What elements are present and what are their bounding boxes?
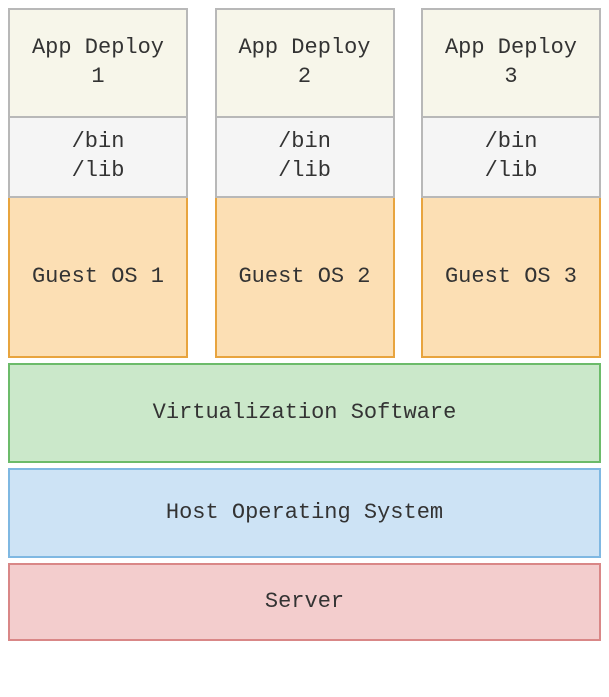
server-layer: Server bbox=[8, 563, 601, 641]
bin-lib-box-3: /bin/lib bbox=[421, 118, 601, 198]
guest-os-box-2: Guest OS 2 bbox=[215, 198, 395, 358]
bin-lib-box-1: /bin/lib bbox=[8, 118, 188, 198]
vm-column-1: App Deploy1 /bin/lib Guest OS 1 bbox=[8, 8, 188, 358]
host-operating-system-layer: Host Operating System bbox=[8, 468, 601, 558]
app-deploy-box-3: App Deploy3 bbox=[421, 8, 601, 118]
bin-lib-box-2: /bin/lib bbox=[215, 118, 395, 198]
virtualization-architecture-diagram: App Deploy1 /bin/lib Guest OS 1 App Depl… bbox=[8, 8, 601, 641]
guest-os-box-3: Guest OS 3 bbox=[421, 198, 601, 358]
app-deploy-box-2: App Deploy2 bbox=[215, 8, 395, 118]
guest-os-box-1: Guest OS 1 bbox=[8, 198, 188, 358]
app-deploy-box-1: App Deploy1 bbox=[8, 8, 188, 118]
vm-column-3: App Deploy3 /bin/lib Guest OS 3 bbox=[421, 8, 601, 358]
virtualization-software-layer: Virtualization Software bbox=[8, 363, 601, 463]
vm-column-2: App Deploy2 /bin/lib Guest OS 2 bbox=[215, 8, 395, 358]
vm-columns-row: App Deploy1 /bin/lib Guest OS 1 App Depl… bbox=[8, 8, 601, 358]
